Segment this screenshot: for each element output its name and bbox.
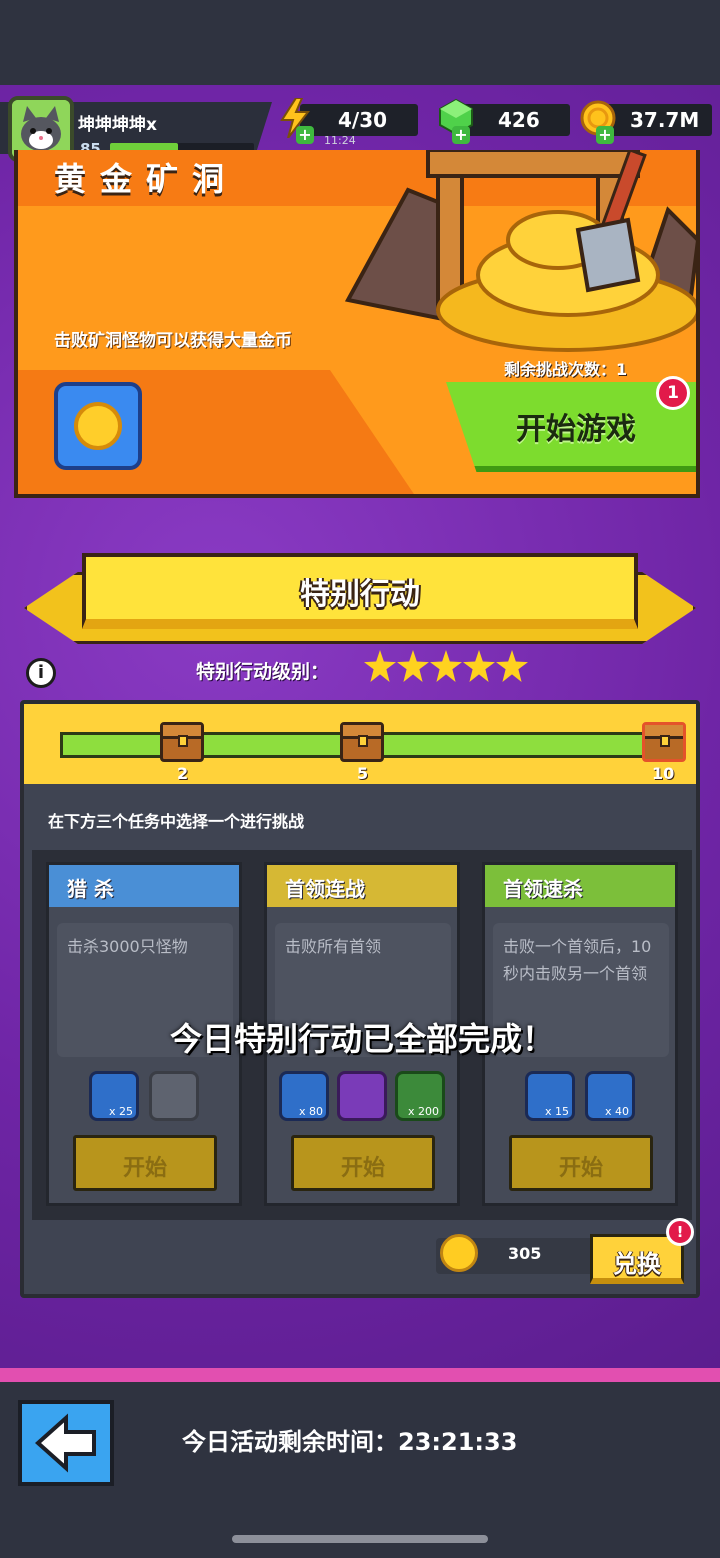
task-instruction: 在下方三个任务中选择一个进行挑战 — [48, 812, 305, 831]
action-level-label: 特别行动级别： — [196, 661, 330, 683]
player-name: 坤坤坤坤x — [78, 115, 157, 135]
coin-icon: x 15 — [525, 1071, 575, 1121]
gem-value: 426 — [498, 108, 540, 132]
purple-shield-icon — [337, 1071, 387, 1121]
task-description: 击败所有首领 — [285, 937, 382, 956]
banner-title: 特别行动 — [300, 577, 420, 612]
reward-slot[interactable] — [54, 382, 142, 470]
task-start-button[interactable]: 开始 — [509, 1135, 653, 1191]
special-action-banner: 特别行动 — [82, 553, 638, 629]
chest-icon[interactable] — [160, 722, 204, 762]
chest-icon[interactable] — [642, 722, 686, 762]
task-title: 猎 杀 — [67, 877, 114, 901]
coin-chest-icon: x 25 — [89, 1071, 139, 1121]
notification-badge: 1 — [656, 376, 690, 410]
coin-icon — [74, 402, 122, 450]
home-indicator[interactable] — [232, 1535, 488, 1543]
mine-description: 击败矿洞怪物可以获得大量金币 — [54, 331, 292, 351]
task-list: 猎 杀 击杀3000只怪物 x 25 开始 首领连战 击败所有首领 x 80 x… — [32, 850, 692, 1220]
energy-add-button[interactable]: + — [296, 126, 314, 144]
green-gem-icon: x 200 — [395, 1071, 445, 1121]
task-start-button[interactable]: 开始 — [291, 1135, 435, 1191]
remaining-time: 今日活动剩余时间：23:21:33 — [182, 1428, 518, 1456]
task-start-button[interactable]: 开始 — [73, 1135, 217, 1191]
gold-mine-card: 黄金矿洞 击败矿洞怪物可以获得大量金币 剩余挑战次数：1 开始游戏 1 — [14, 150, 700, 498]
special-action-panel: 2 5 10 在下方三个任务中选择一个进行挑战 猎 杀 击杀3000只怪物 x … — [20, 700, 700, 1298]
milestone-label: 2 — [177, 764, 189, 783]
coin-icon: x 80 — [279, 1071, 329, 1121]
exchange-value: 305 — [508, 1244, 542, 1263]
divider — [0, 1368, 720, 1382]
task-start-label: 开始 — [122, 1156, 167, 1181]
exchange-label: 兑换 — [613, 1250, 661, 1278]
mine-title: 黄金矿洞 — [54, 160, 239, 198]
chest-icon[interactable] — [340, 722, 384, 762]
milestone-label: 5 — [357, 764, 369, 783]
back-arrow-icon — [34, 1413, 96, 1473]
progress-area: 2 5 10 — [24, 704, 696, 784]
back-button[interactable] — [18, 1400, 114, 1486]
coin-value: 37.7M — [630, 108, 700, 132]
task-start-label: 开始 — [558, 1156, 603, 1181]
energy-value: 4/30 — [338, 108, 388, 132]
completed-message: 今日特别行动已全部完成！ — [169, 1020, 554, 1058]
task-description: 击杀3000只怪物 — [67, 937, 188, 956]
gem-add-button[interactable]: + — [452, 126, 470, 144]
start-game-label: 开始游戏 — [516, 412, 636, 447]
locked-item-icon — [149, 1071, 199, 1121]
info-icon[interactable]: i — [26, 658, 56, 688]
exchange-alert-badge: ! — [666, 1218, 694, 1246]
task-start-label: 开始 — [340, 1156, 385, 1181]
coin-chest-icon — [440, 1234, 478, 1272]
energy-timer: 11:24 — [324, 134, 356, 147]
task-title: 首领连战 — [285, 877, 365, 901]
remaining-attempts: 剩余挑战次数：1 — [504, 360, 628, 379]
task-description: 击败一个首领后，10秒内击败另一个首领 — [503, 937, 652, 983]
gold-mine-illustration — [344, 150, 696, 352]
task-title: 首领速杀 — [503, 877, 583, 901]
fire-drop-icon: x 40 — [585, 1071, 635, 1121]
milestone-label: 10 — [652, 764, 675, 783]
coin-add-button[interactable]: + — [596, 126, 614, 144]
